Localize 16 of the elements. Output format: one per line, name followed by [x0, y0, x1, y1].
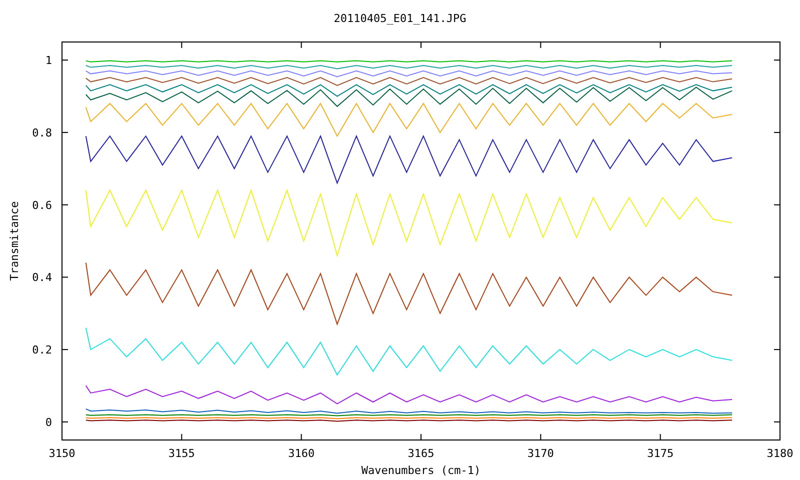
- tick-label: 3155: [168, 447, 195, 460]
- tick-label: 0: [45, 416, 52, 429]
- tick-label: 0.2: [32, 344, 52, 357]
- tick-label: 3150: [48, 447, 76, 460]
- tick-label: 1: [45, 54, 52, 68]
- tick-label: 0.8: [32, 126, 52, 140]
- tick-label: 0.4: [32, 271, 52, 284]
- tick-label: 3180: [766, 447, 794, 460]
- y-axis-label: Transmitance: [8, 201, 21, 281]
- tick-label: 3160: [288, 447, 315, 460]
- tick-label: 3175: [647, 447, 674, 460]
- tick-label: 3170: [527, 447, 554, 460]
- tick-label: 3165: [408, 447, 434, 460]
- x-axis-label: Wavenumbers (cm-1): [361, 464, 481, 477]
- tick-label: 0.6: [32, 198, 52, 212]
- chart-title: 20110405_E01_141.JPG: [334, 12, 466, 25]
